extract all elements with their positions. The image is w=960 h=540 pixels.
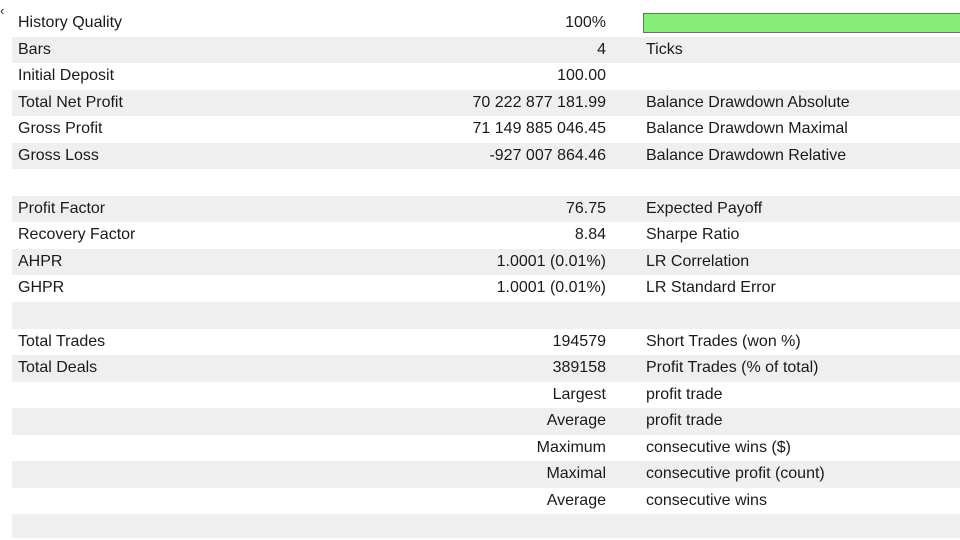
table-row: GHPR 1.0001 (0.01%) LR Standard Error [12, 275, 960, 303]
table-row: Recovery Factor 8.84 Sharpe Ratio [12, 222, 960, 249]
stat-label-secondary: Ticks [646, 40, 683, 58]
table-row: Profit Factor 76.75 Expected Payoff [12, 195, 960, 223]
stat-value: 71 149 885 046.45 [472, 120, 606, 138]
table-row: Total Net Profit 70 222 877 181.99 Balance… [12, 89, 960, 117]
stat-value: 8.84 [574, 226, 606, 244]
table-row: Largest profit trade [12, 381, 960, 409]
stat-value: Maximum [536, 438, 606, 456]
stat-label-secondary: Balance Drawdown Relative [646, 146, 847, 164]
stat-value: -927 007 864.46 [489, 146, 606, 164]
table-row [12, 302, 960, 329]
stat-rows: Bars 4 Ticks Initial Deposit 100.00 Total Net… [12, 36, 960, 515]
stat-label-secondary: consecutive wins [646, 491, 767, 509]
history-quality-bar [643, 13, 960, 33]
history-quality-row: History Quality 100% [12, 10, 960, 37]
stat-value: Largest [552, 385, 606, 403]
stat-label-secondary: Short Trades (won %) [646, 332, 801, 350]
table-row: Maximum consecutive wins ($) [12, 434, 960, 462]
stat-label-secondary: LR Correlation [646, 252, 750, 270]
stat-value: 100.00 [557, 67, 606, 85]
stat-label-secondary: Profit Trades (% of total) [646, 359, 819, 377]
table-row: Total Deals 389158 Profit Trades (% of tot… [12, 355, 960, 382]
table-row: AHPR 1.0001 (0.01%) LR Correlation [12, 248, 960, 276]
stat-label-secondary: LR Standard Error [646, 279, 776, 297]
stat-label-secondary: Expected Payoff [646, 199, 763, 217]
collapse-arrow-icon[interactable]: ‹ [0, 4, 10, 17]
stat-value: 1.0001 (0.01%) [496, 252, 606, 270]
tester-report-panel: ‹ History Quality 100% Bars 4 Ticks Initial… [0, 0, 960, 540]
stat-value: 194579 [552, 332, 606, 350]
backtest-results-table: History Quality 100% Bars 4 Ticks Initial D… [12, 10, 960, 539]
table-row: Average profit trade [12, 408, 960, 435]
stat-label-secondary: consecutive profit (count) [646, 465, 825, 483]
table-row: Average consecutive wins [12, 487, 960, 515]
stat-label-secondary: consecutive wins ($) [646, 438, 791, 456]
stat-label-secondary [646, 302, 956, 329]
stat-value: 76.75 [565, 199, 606, 217]
stat-value: 70 222 877 181.99 [472, 93, 606, 111]
table-row: Gross Profit 71 149 885 046.45 Balance Dra… [12, 116, 960, 143]
table-footer-row [12, 514, 960, 539]
history-quality-bar-fill [644, 14, 960, 32]
stat-value: Average [546, 491, 606, 509]
stat-value [272, 169, 606, 196]
stat-value [272, 302, 606, 329]
stat-value: Maximal [546, 465, 606, 483]
stat-label-secondary [646, 63, 956, 90]
stat-label-secondary [646, 169, 956, 196]
stat-label-secondary: profit trade [646, 412, 723, 430]
table-row [12, 169, 960, 196]
table-row: Gross Loss -927 007 864.46 Balance Drawdow… [12, 142, 960, 170]
table-row: Total Trades 194579 Short Trades (won %) [12, 328, 960, 356]
stat-value: Average [546, 412, 606, 430]
stat-label-secondary: Balance Drawdown Maximal [646, 120, 848, 138]
stat-value: 1.0001 (0.01%) [496, 279, 606, 297]
stat-label-secondary: Balance Drawdown Absolute [646, 93, 850, 111]
table-row: Maximal consecutive profit (count) [12, 461, 960, 488]
history-quality-value: 100% [565, 14, 606, 31]
table-row: Initial Deposit 100.00 [12, 63, 960, 90]
stat-label-secondary: Sharpe Ratio [646, 226, 740, 244]
stat-value: 4 [597, 40, 606, 58]
stat-label-secondary: profit trade [646, 385, 723, 403]
table-row: Bars 4 Ticks [12, 36, 960, 64]
stat-value: 389158 [552, 359, 606, 377]
